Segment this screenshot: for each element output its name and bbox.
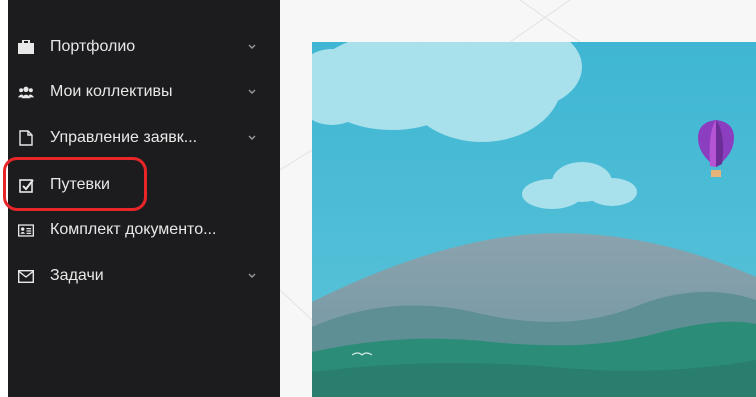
sidebar-item-label: Мои коллективы (50, 83, 173, 100)
chevron-down-icon (248, 135, 256, 140)
highlight-annotation (3, 157, 147, 211)
sidebar-item-document-set[interactable]: Комплект документо... (8, 210, 280, 250)
welcome-banner-illustration (312, 42, 756, 397)
sidebar-item-my-collectives[interactable]: Мои коллективы (8, 72, 280, 112)
users-icon (18, 84, 34, 100)
sidebar-item-tasks[interactable]: Задачи (8, 256, 280, 296)
sidebar-item-label: Управление заявк... (50, 129, 198, 146)
sidebar-item-label: Задачи (50, 267, 104, 284)
main-content (280, 0, 756, 397)
sidebar-item-label: Портфолио (50, 38, 136, 55)
chevron-down-icon (248, 273, 256, 278)
sidebar-item-applications[interactable]: Управление заявк... (8, 118, 280, 158)
id-card-icon (18, 222, 34, 238)
envelope-icon (18, 268, 34, 284)
chevron-down-icon (248, 44, 256, 49)
sidebar-item-label: Комплект документо... (50, 221, 217, 238)
file-icon (18, 130, 34, 146)
sidebar-item-portfolio[interactable]: Портфолио (8, 27, 280, 67)
briefcase-icon (18, 39, 34, 55)
chevron-down-icon (248, 89, 256, 94)
